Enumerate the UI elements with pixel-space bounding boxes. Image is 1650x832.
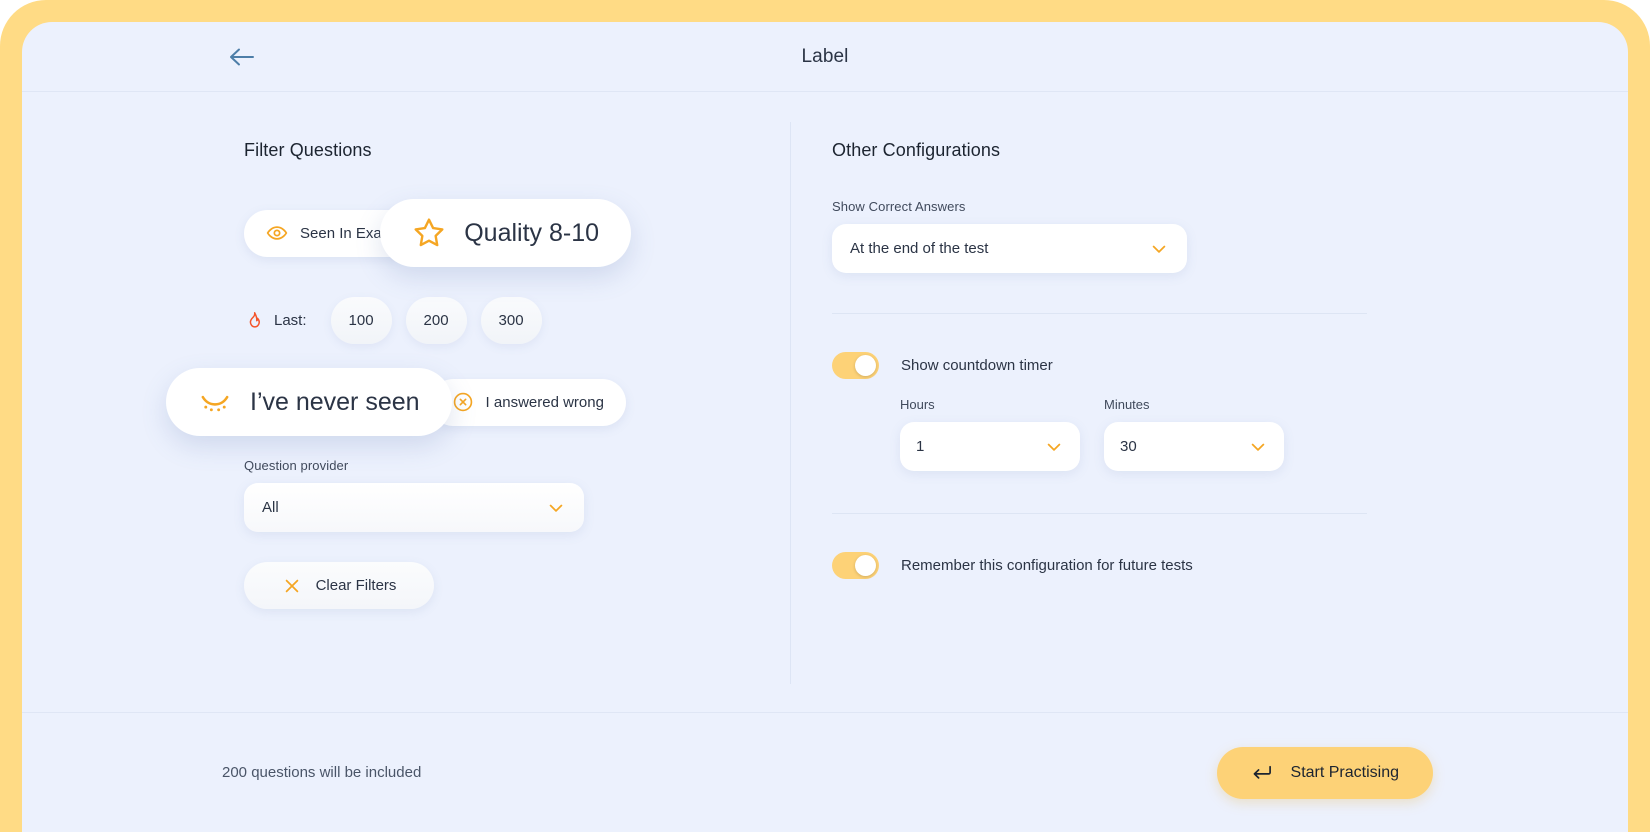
hours-field: Hours 1 [900, 397, 1080, 471]
chip-answered-wrong-label: I answered wrong [485, 393, 604, 411]
x-circle-icon [453, 392, 472, 412]
flame-icon [249, 311, 260, 328]
x-icon [285, 579, 298, 592]
start-practising-button[interactable]: Start Practising [1216, 746, 1433, 799]
filters-section-title: Filter Questions [244, 140, 372, 160]
toggle-knob [855, 555, 876, 576]
last-option-300[interactable]: 300 [480, 297, 542, 344]
eye-closed-icon [201, 395, 229, 412]
show-correct-answers-select[interactable]: At the end of the test [832, 224, 1187, 273]
chip-never-seen[interactable]: I’ve never seen [166, 368, 452, 436]
minutes-label: Minutes [1104, 397, 1150, 412]
question-count-note: 200 questions will be included [222, 764, 422, 781]
start-practising-label: Start Practising [1290, 763, 1399, 781]
countdown-timer-label: Show countdown timer [901, 357, 1053, 374]
star-icon [414, 218, 444, 247]
minutes-value: 30 [1120, 438, 1137, 455]
minutes-select[interactable]: 30 [1104, 422, 1284, 471]
hours-label: Hours [900, 397, 935, 412]
clear-filters-button[interactable]: Clear Filters [244, 562, 434, 609]
chip-never-seen-label: I’ve never seen [250, 387, 420, 416]
last-label-group: Last: [244, 310, 307, 332]
last-label: Last: [274, 312, 307, 329]
question-provider-value: All [262, 499, 279, 516]
hours-select[interactable]: 1 [900, 422, 1080, 471]
clear-filters-label: Clear Filters [315, 577, 397, 594]
back-button[interactable] [222, 37, 262, 77]
remember-config-label: Remember this configuration for future t… [901, 557, 1193, 574]
last-option-200[interactable]: 200 [405, 297, 467, 344]
show-correct-answers-value: At the end of the test [850, 240, 989, 257]
chevron-down-icon [1047, 443, 1061, 451]
remember-config-row: Remember this configuration for future t… [832, 552, 1628, 579]
last-questions-row: Last: 100 200 300 [244, 297, 790, 344]
enter-key-icon [1253, 765, 1271, 779]
chevron-down-icon [1152, 245, 1166, 253]
chip-answered-wrong[interactable]: I answered wrong [429, 378, 626, 426]
question-provider-select[interactable]: All [244, 483, 584, 532]
question-provider-label: Question provider [244, 458, 349, 473]
app-frame: Label Filter Questions Seen In Exam Qual… [0, 0, 1650, 832]
countdown-time-row: Hours 1 Minutes 30 [900, 397, 1628, 471]
remember-config-toggle[interactable] [832, 552, 879, 579]
config-divider-2 [832, 513, 1367, 514]
minutes-field: Minutes 30 [1104, 397, 1284, 471]
filters-panel: Filter Questions Seen In Exam Quality 8-… [22, 92, 790, 712]
header-bar: Label [22, 22, 1628, 92]
show-correct-answers-field: Show Correct Answers At the end of the t… [832, 199, 1628, 273]
filter-chip-row-secondary: I’ve never seen I answered wrong [166, 368, 790, 436]
last-option-100[interactable]: 100 [330, 297, 392, 344]
page-title: Label [801, 45, 849, 67]
chip-quality-label: Quality 8-10 [464, 218, 600, 247]
app-window: Label Filter Questions Seen In Exam Qual… [22, 22, 1628, 832]
footer-bar: 200 questions will be included Start Pra… [22, 712, 1628, 832]
chip-quality[interactable]: Quality 8-10 [380, 199, 632, 267]
hours-value: 1 [916, 438, 925, 455]
chevron-down-icon [1251, 443, 1265, 451]
config-divider-1 [832, 313, 1367, 314]
filter-chip-row-primary: Seen In Exam Quality 8-10 [244, 199, 790, 267]
countdown-timer-toggle[interactable] [832, 352, 879, 379]
toggle-knob [855, 355, 876, 376]
countdown-timer-row: Show countdown timer [832, 352, 1628, 379]
config-section-title: Other Configurations [832, 140, 1001, 160]
eye-open-icon [266, 226, 288, 240]
configurations-panel: Other Configurations Show Correct Answer… [791, 92, 1628, 712]
show-correct-answers-label: Show Correct Answers [832, 199, 966, 214]
arrow-left-icon [230, 48, 254, 65]
question-provider-field: Question provider All [244, 458, 790, 532]
chevron-down-icon [549, 504, 563, 512]
content-area: Filter Questions Seen In Exam Quality 8-… [22, 92, 1628, 712]
